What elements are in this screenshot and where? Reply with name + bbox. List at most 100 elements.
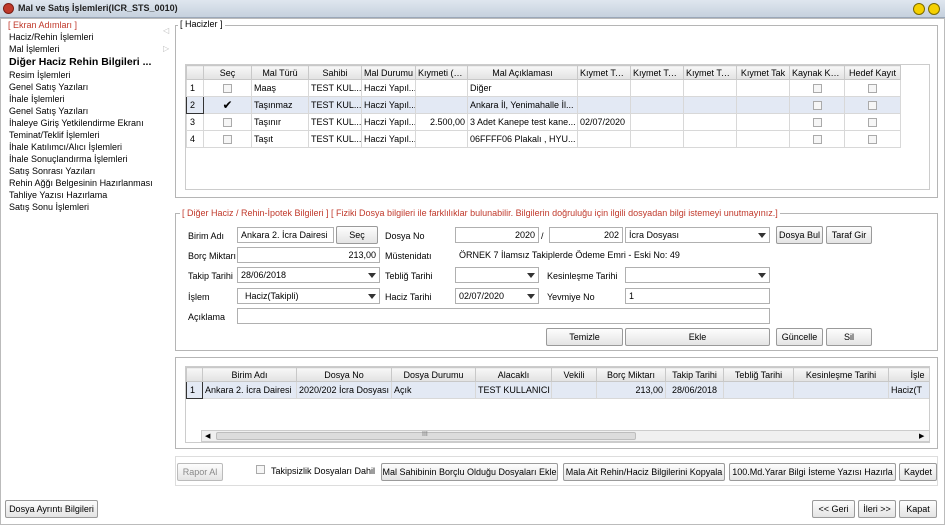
window-title: Mal ve Satış İşlemleri(ICR_STS_0010): [18, 3, 178, 13]
mal-sahibi-dosya-ekle-button[interactable]: Mal Sahibinin Borçlu Olduğu Dosyaları Ek…: [381, 463, 558, 481]
takip-tarihi-date[interactable]: 28/06/2018: [237, 267, 380, 283]
sidebar-item[interactable]: Teminat/Teklif İşlemleri: [9, 130, 100, 140]
dosya-ayrinti-button[interactable]: Dosya Ayrıntı Bilgileri: [5, 500, 98, 518]
col-header[interactable]: Birim Adı: [202, 367, 297, 382]
dosya-turu-value: İcra Dosyası: [629, 230, 680, 240]
dosya-turu-select[interactable]: İcra Dosyası: [625, 227, 770, 243]
sidebar-item[interactable]: Satış Sonu İşlemleri: [9, 202, 89, 212]
table-row[interactable]: 3 Taşınır TEST KUL... Haczi Yapıl... 2.5…: [186, 113, 901, 131]
sidebar-item[interactable]: Resim İşlemleri: [9, 70, 71, 80]
teblig-tarihi-date[interactable]: [455, 267, 539, 283]
rapor-al-button[interactable]: Rapor Al: [177, 463, 223, 481]
sidebar-item[interactable]: Rehin Ağğı Belgesinin Hazırlanması: [9, 178, 153, 188]
kesinlesme-date[interactable]: [625, 267, 770, 283]
checkmark-icon[interactable]: ✔: [203, 96, 252, 114]
islem-select[interactable]: Haciz(Takipli): [237, 288, 380, 304]
birim-adi-field: Ankara 2. İcra Dairesi: [237, 227, 334, 243]
row-checkbox[interactable]: [223, 135, 232, 145]
takipsizlik-checkbox[interactable]: [256, 465, 265, 474]
col-header[interactable]: Kıymet Tak...: [630, 65, 684, 80]
col-header[interactable]: Mal Türü: [251, 65, 309, 80]
row-checkbox[interactable]: [223, 118, 232, 128]
dosya-yil-input[interactable]: 2020: [455, 227, 539, 243]
col-header[interactable]: İşle: [888, 367, 929, 382]
ekle-button[interactable]: Ekle: [625, 328, 770, 346]
minimize-icon[interactable]: [913, 3, 925, 15]
taraf-gir-button[interactable]: Taraf Gir: [826, 226, 872, 244]
aciklama-label: Açıklama: [188, 312, 226, 322]
kaynak-kayit-checkbox: [812, 135, 822, 145]
col-header[interactable]: Alacaklı: [475, 367, 552, 382]
col-header[interactable]: Tebliğ Tarihi: [723, 367, 794, 382]
sidebar-item[interactable]: Genel Satış Yazıları: [9, 106, 88, 116]
collapse-left-icon[interactable]: ◁: [163, 26, 169, 35]
sidebar-item-active[interactable]: Diğer Haciz Rehin Bilgileri ...: [9, 56, 151, 68]
sidebar-item[interactable]: Satış Sonrası Yazıları: [9, 166, 95, 176]
sidebar-item[interactable]: Mal İşlemleri: [9, 44, 60, 54]
musteri-label: Müstenidatı: [385, 251, 432, 261]
yevmiye-input[interactable]: 1: [625, 288, 770, 304]
sidebar-item[interactable]: İhaleye Giriş Yetkilendirme Ekranı: [9, 118, 144, 128]
col-header[interactable]: Mal Durumu: [361, 65, 416, 80]
col-header[interactable]: Kıymet Tak...: [683, 65, 737, 80]
col-header: [186, 367, 203, 382]
col-header[interactable]: Kıymet Tak...: [577, 65, 631, 80]
col-header[interactable]: Takip Tarihi: [665, 367, 724, 382]
col-header[interactable]: Mal Açıklaması: [467, 65, 578, 80]
liste-table: Birim Adı Dosya No Dosya Durumu Alacaklı…: [186, 367, 929, 399]
sec-button[interactable]: Seç: [336, 226, 378, 244]
sil-button[interactable]: Sil: [826, 328, 872, 346]
sidebar-item[interactable]: Haciz/Rehin İşlemleri: [9, 32, 94, 42]
col-header[interactable]: Kesinleşme Tarihi: [793, 367, 889, 382]
dosya-sira-input[interactable]: 202: [549, 227, 623, 243]
haciz-table: Seç Mal Türü Sahibi Mal Durumu Kıymeti (…: [186, 65, 901, 148]
expand-right-icon[interactable]: ▷: [163, 44, 169, 53]
col-header[interactable]: Kıymeti (TL): [415, 65, 468, 80]
rehin-haciz-kopyala-button[interactable]: Mala Ait Rehin/Haciz Bilgilerini Kopyala: [563, 463, 725, 481]
borc-miktari-input[interactable]: 213,00: [237, 247, 380, 263]
chevron-down-icon: [758, 273, 766, 278]
sidebar-item[interactable]: Tahliye Yazısı Hazırlama: [9, 190, 107, 200]
haciz-tarihi-value: 02/07/2020: [459, 291, 505, 301]
sidebar-item[interactable]: İhale Sonuçlandırma İşlemleri: [9, 154, 128, 164]
geri-button[interactable]: << Geri: [812, 500, 855, 518]
col-header[interactable]: Seç: [203, 65, 252, 80]
scroll-left-icon[interactable]: ◀: [205, 432, 210, 440]
sidebar-item[interactable]: İhale İşlemleri: [9, 94, 65, 104]
table-row[interactable]: 1 Ankara 2. İcra Dairesi 2020/202 İcra D…: [186, 381, 929, 399]
haciz-tarihi-date[interactable]: 02/07/2020: [455, 288, 539, 304]
app-icon: [3, 3, 14, 14]
table-row-selected[interactable]: 2 ✔ Taşınmaz TEST KUL... Haczi Yapıl... …: [186, 96, 901, 114]
row-checkbox[interactable]: [223, 84, 232, 94]
aciklama-input[interactable]: [237, 308, 770, 324]
yevmiye-label: Yevmiye No: [547, 292, 595, 302]
sidebar-item[interactable]: İhale Katılımcı/Alıcı İşlemleri: [9, 142, 122, 152]
horizontal-scrollbar[interactable]: ◀ III ▶: [201, 430, 930, 442]
chevron-down-icon: [758, 233, 766, 238]
guncelle-button[interactable]: Güncelle: [776, 328, 823, 346]
maximize-icon[interactable]: [928, 3, 940, 15]
dosya-slash: /: [541, 231, 544, 241]
table-row[interactable]: 1 Maaş TEST KUL... Haczi Yapıl... Diğer: [186, 79, 901, 97]
ileri-button[interactable]: İleri >>: [858, 500, 896, 518]
col-header[interactable]: Kıymet Tak: [736, 65, 790, 80]
table-row[interactable]: 4 Taşıt TEST KUL... Haczi Yapıl... 06FFF…: [186, 130, 901, 148]
scroll-grip: III: [422, 431, 428, 438]
kapat-button[interactable]: Kapat: [899, 500, 937, 518]
col-header[interactable]: Kaynak Kayıt: [789, 65, 845, 80]
temizle-button[interactable]: Temizle: [546, 328, 623, 346]
yarar-bilgi-yazisi-button[interactable]: 100.Md.Yarar Bilgi İsteme Yazısı Hazırla: [729, 463, 896, 481]
col-header[interactable]: Vekili: [551, 367, 597, 382]
chevron-down-icon: [527, 294, 535, 299]
scroll-right-icon[interactable]: ▶: [919, 432, 924, 440]
col-header[interactable]: Borç Miktarı: [596, 367, 666, 382]
col-header[interactable]: Dosya Durumu: [391, 367, 476, 382]
chevron-down-icon: [368, 294, 376, 299]
col-header[interactable]: Sahibi: [308, 65, 362, 80]
col-header[interactable]: Dosya No: [296, 367, 392, 382]
dosya-bul-button[interactable]: Dosya Bul: [776, 226, 823, 244]
col-header[interactable]: Hedef Kayıt: [844, 65, 901, 80]
sidebar-item[interactable]: Genel Satış Yazıları: [9, 82, 88, 92]
kaydet-button[interactable]: Kaydet: [899, 463, 937, 481]
hedef-kayit-checkbox: [868, 101, 877, 111]
